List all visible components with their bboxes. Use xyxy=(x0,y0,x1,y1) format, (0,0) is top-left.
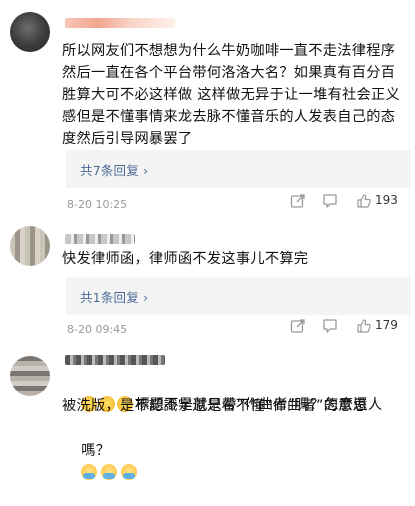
share-icon[interactable] xyxy=(290,318,306,334)
thumbs-up-icon[interactable] xyxy=(356,318,372,334)
avatar[interactable] xyxy=(10,12,50,52)
username-blurred[interactable] xyxy=(65,18,175,28)
comment-icon[interactable] xyxy=(322,193,338,209)
tears-emoji-icon xyxy=(81,464,98,480)
tears-emoji-icon xyxy=(101,464,118,480)
tears-emoji-icon xyxy=(121,464,138,480)
replies-box[interactable]: 共7条回复 › xyxy=(66,150,411,188)
comment-icon[interactable] xyxy=(322,318,338,334)
comment-timestamp: 8-20 09:45 xyxy=(67,323,128,336)
comment-text-line: 被洗版，是不認識字還是看不懂“作曲者”的意思 xyxy=(62,398,368,414)
like-count: 193 xyxy=(375,193,398,207)
thumbs-up-icon[interactable] xyxy=(356,193,372,209)
avatar[interactable] xyxy=(10,226,50,266)
comment-text-line: 嗎？ xyxy=(81,443,111,459)
username-blurred[interactable] xyxy=(65,234,135,244)
view-replies-link[interactable]: 共7条回复 › xyxy=(80,160,148,179)
comment-timestamp: 8-20 10:25 xyxy=(67,198,128,211)
username-blurred[interactable] xyxy=(65,355,165,365)
like-count: 179 xyxy=(375,318,398,332)
replies-box[interactable]: 共1条回复 › xyxy=(66,277,411,315)
share-icon[interactable] xyxy=(290,193,306,209)
avatar[interactable] xyxy=(10,356,50,396)
comment-text: 快发律师函，律师函不发这事儿不算完 xyxy=(62,251,309,267)
comment-text: 所以网友们不想想为什么牛奶咖啡一直不走法律程序然后一直在各个平台带何洛洛大名？如… xyxy=(62,43,401,147)
view-replies-link[interactable]: 共1条回复 › xyxy=(80,287,148,306)
comment-text: 嗎？ xyxy=(62,418,407,506)
